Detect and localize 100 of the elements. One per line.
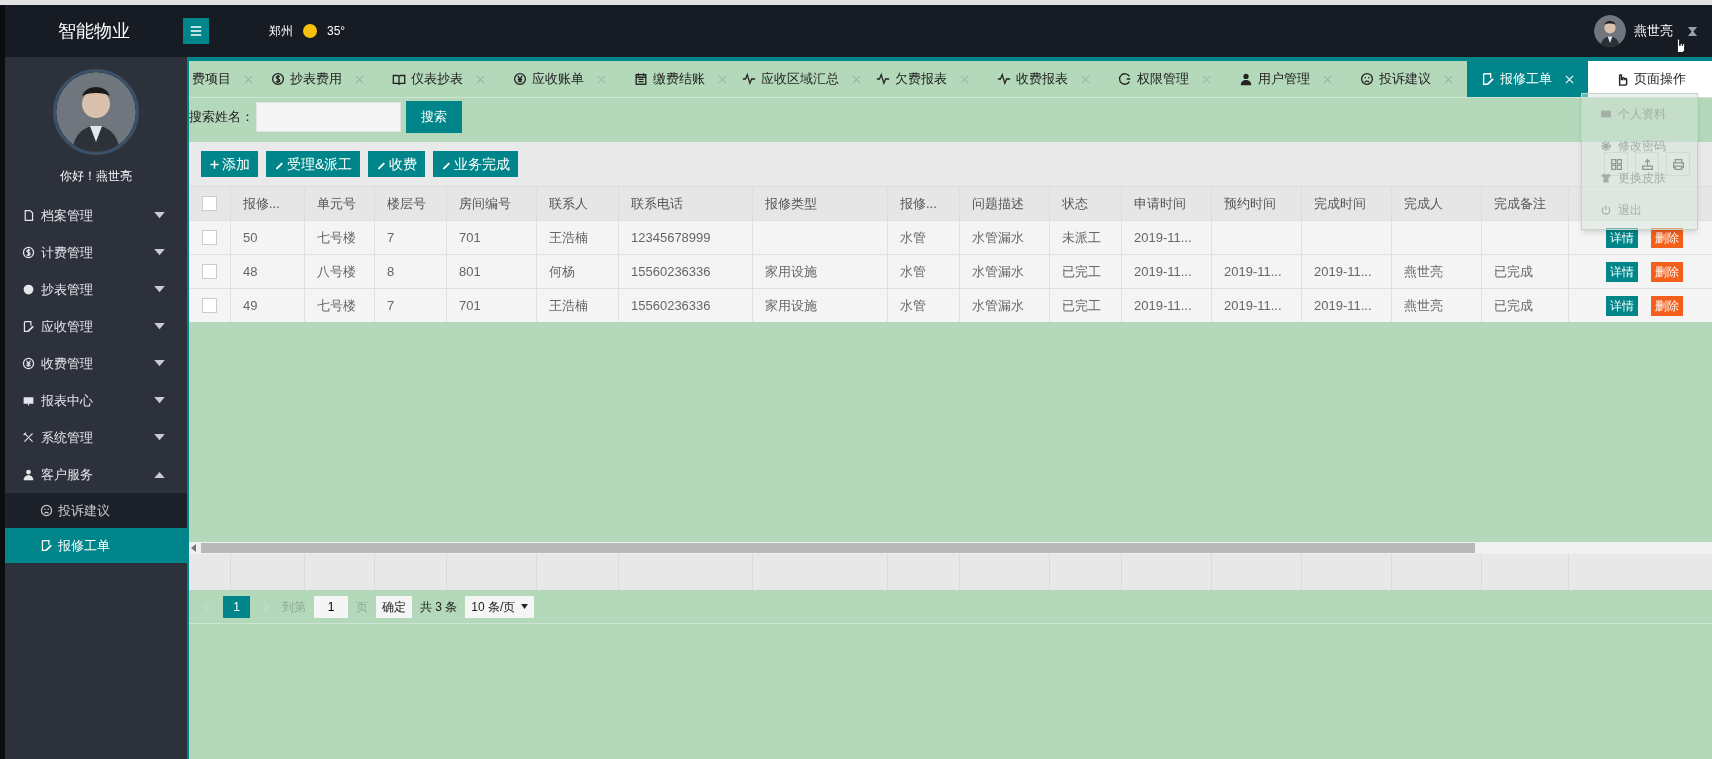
brand-title: 智能物业 bbox=[58, 19, 130, 43]
total-count: 共 3 条 bbox=[420, 598, 458, 616]
pulse-icon bbox=[876, 72, 890, 86]
caret-down-icon bbox=[154, 249, 165, 256]
grid-icon bbox=[1609, 157, 1623, 171]
scroll-left-icon[interactable] bbox=[190, 544, 198, 552]
toolbar-button[interactable]: 添加 bbox=[201, 151, 258, 177]
table-cell-text: 已完工 bbox=[1062, 296, 1101, 315]
table-cell-text: 2019-11... bbox=[1134, 228, 1192, 247]
shirt-icon bbox=[1600, 172, 1612, 184]
table-cell-text: 7 bbox=[387, 228, 395, 247]
table-cell-text: 水管 bbox=[900, 228, 926, 247]
sidebar-menu-item[interactable]: 档案管理 bbox=[5, 197, 187, 234]
sidebar-menu-item[interactable]: 收费管理 bbox=[5, 345, 187, 382]
details-button[interactable]: 详情 bbox=[1606, 261, 1638, 282]
sidebar-menu-item[interactable]: 抄表管理 bbox=[5, 271, 187, 308]
table-cell-text: 水管 bbox=[900, 296, 926, 315]
table-cell-text: 七号楼 bbox=[317, 228, 356, 247]
sidebar-menu-item[interactable]: 报表中心 bbox=[5, 382, 187, 419]
tab[interactable]: 仪表抄表 bbox=[378, 61, 499, 97]
caret-down-icon bbox=[154, 286, 165, 293]
card-icon bbox=[22, 394, 35, 407]
search-label: 搜索姓名： bbox=[189, 107, 254, 126]
checkbox[interactable] bbox=[202, 196, 217, 211]
table-tool-button[interactable] bbox=[1666, 152, 1690, 176]
toolbar-button[interactable]: 收费 bbox=[368, 151, 426, 177]
sidebar-submenu-item[interactable]: 报修工单 bbox=[5, 528, 187, 563]
calendar-icon bbox=[634, 72, 648, 86]
user-name[interactable]: 燕世亮 bbox=[1634, 21, 1673, 41]
table-cell-text: 家用设施 bbox=[765, 296, 817, 315]
sidebar-menu-item[interactable]: 计费管理 bbox=[5, 234, 187, 271]
menu-toggle-button[interactable] bbox=[183, 18, 209, 44]
table-cell-text: 已完成 bbox=[1494, 296, 1533, 315]
checkbox[interactable] bbox=[202, 230, 217, 245]
sidebar-submenu-item[interactable]: 投诉建议 bbox=[5, 493, 187, 528]
table-cell-text: 2019-11... bbox=[1314, 296, 1372, 315]
edit-icon bbox=[40, 539, 53, 552]
edit-icon bbox=[1481, 72, 1495, 86]
dollar-icon bbox=[22, 246, 35, 259]
table-cell-text: 已完成 bbox=[1494, 262, 1533, 281]
checkbox[interactable] bbox=[202, 298, 217, 313]
tab[interactable]: 权限管理 bbox=[1104, 61, 1225, 97]
checkbox[interactable] bbox=[202, 264, 217, 279]
frown-icon bbox=[40, 504, 53, 517]
table-cell-text: 已完工 bbox=[1062, 262, 1101, 281]
table-cell-text: 王浩楠 bbox=[549, 228, 588, 247]
menu-icon bbox=[189, 24, 203, 38]
id-card-icon bbox=[1600, 108, 1612, 120]
settings-icon bbox=[1600, 140, 1612, 152]
horizontal-scrollbar[interactable] bbox=[189, 542, 1712, 554]
page-input[interactable]: 1 bbox=[314, 595, 348, 618]
table-cell-text: 燕世亮 bbox=[1404, 296, 1443, 315]
user-icon bbox=[22, 468, 35, 481]
table-cell-text: 801 bbox=[459, 262, 481, 281]
tab[interactable]: 费项目 bbox=[189, 61, 257, 97]
tab[interactable]: 收费报表 bbox=[983, 61, 1104, 97]
table-cell-text: 48 bbox=[243, 262, 258, 281]
pulse-icon bbox=[997, 72, 1011, 86]
scrollbar-thumb[interactable] bbox=[201, 543, 1475, 553]
tab[interactable]: 抄表费用 bbox=[257, 61, 378, 97]
search-field[interactable] bbox=[256, 101, 401, 132]
power-icon bbox=[1600, 204, 1612, 216]
details-button[interactable]: 详情 bbox=[1606, 227, 1638, 248]
table-cell-text: 15560236336 bbox=[631, 262, 711, 281]
details-button[interactable]: 详情 bbox=[1606, 295, 1638, 316]
tab[interactable]: 投诉建议 bbox=[1346, 61, 1467, 97]
toolbar-button[interactable]: 受理&派工 bbox=[266, 151, 361, 177]
yen-icon bbox=[22, 357, 35, 370]
table-cell-text: 燕世亮 bbox=[1404, 262, 1443, 281]
book-icon bbox=[392, 72, 406, 86]
tab[interactable]: 缴费结账 bbox=[620, 61, 741, 97]
tab[interactable]: 欠费报表 bbox=[862, 61, 983, 97]
table-cell-text: 家用设施 bbox=[765, 262, 817, 281]
sidebar-menu-item[interactable]: 系统管理 bbox=[5, 419, 187, 456]
frown-icon bbox=[1360, 72, 1374, 86]
table-cell-text: 2019-11... bbox=[1134, 296, 1192, 315]
caret-icon[interactable] bbox=[1687, 25, 1698, 37]
table-cell-text: 2019-11... bbox=[1224, 262, 1282, 281]
page-size-select[interactable]: 10 条/页 bbox=[465, 595, 535, 618]
yen-icon bbox=[513, 72, 527, 86]
page-button[interactable]: 1 bbox=[223, 595, 250, 618]
confirm-button[interactable]: 确定 bbox=[376, 595, 412, 618]
table-cell-text: 七号楼 bbox=[317, 296, 356, 315]
export-icon bbox=[1640, 157, 1654, 171]
table-cell-text: 2019-11... bbox=[1224, 296, 1282, 315]
tab[interactable]: 用户管理 bbox=[1225, 61, 1346, 97]
sidebar-menu-item[interactable]: 客户服务 bbox=[5, 456, 187, 493]
document-icon bbox=[22, 209, 35, 222]
toolbar-button[interactable]: 业务完成 bbox=[433, 151, 519, 177]
table-cell-text: 水管漏水 bbox=[972, 262, 1024, 281]
tab[interactable]: 应收区域汇总 bbox=[741, 61, 862, 97]
table-cell-text: 701 bbox=[459, 296, 481, 315]
table-cell-text: 7 bbox=[387, 296, 395, 315]
page-actions-button[interactable]: 页面操作 bbox=[1588, 61, 1712, 97]
refresh-icon bbox=[1118, 72, 1132, 86]
tab[interactable]: 报修工单 bbox=[1467, 61, 1588, 97]
tab[interactable]: 应收账单 bbox=[499, 61, 620, 97]
search-button[interactable]: 搜索 bbox=[406, 100, 462, 133]
dollar-icon bbox=[271, 72, 285, 86]
sidebar-menu-item[interactable]: 应收管理 bbox=[5, 308, 187, 345]
